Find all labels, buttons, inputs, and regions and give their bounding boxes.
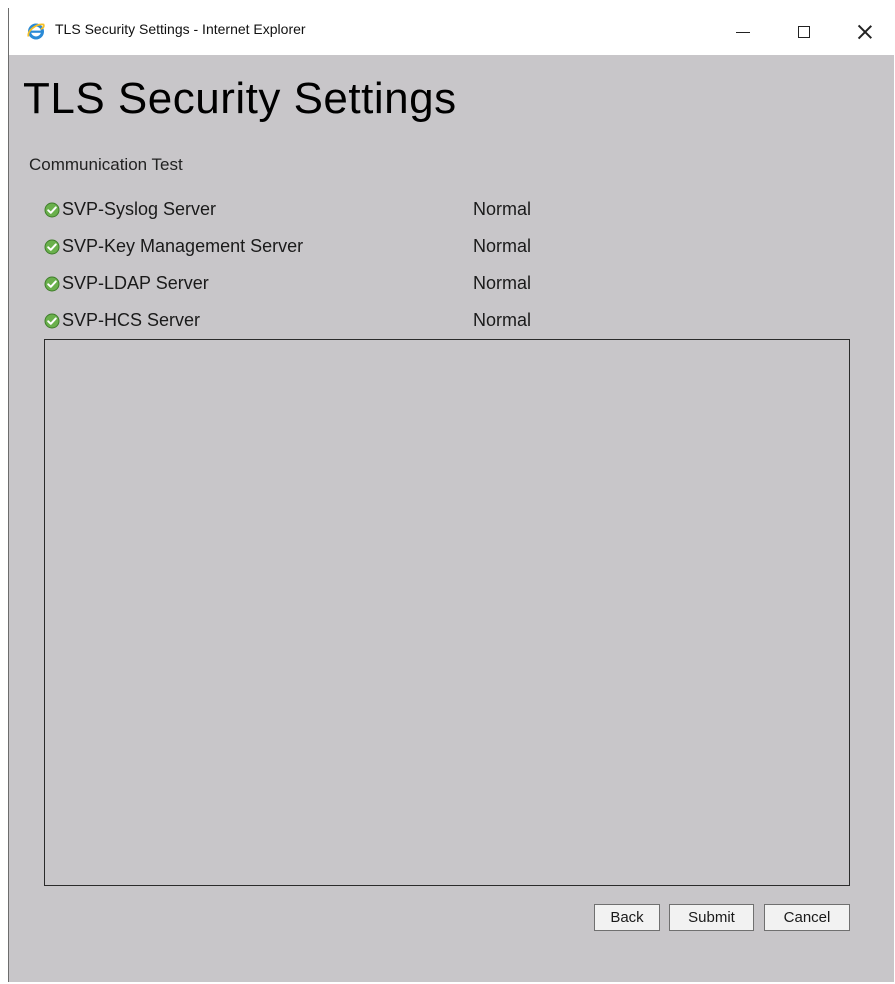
test-row-ldap: SVP-LDAP Server Normal xyxy=(43,272,603,296)
check-circle-icon xyxy=(43,201,61,219)
test-row-key-management: SVP-Key Management Server Normal xyxy=(43,235,603,259)
page-content: TLS Security Settings Communication Test… xyxy=(9,55,894,982)
maximize-button[interactable] xyxy=(776,8,832,55)
test-row-hcs: SVP-HCS Server Normal xyxy=(43,309,603,333)
check-circle-icon xyxy=(43,275,61,293)
minimize-icon xyxy=(736,32,750,33)
title-bar: TLS Security Settings - Internet Explore… xyxy=(9,8,894,55)
server-name: SVP-HCS Server xyxy=(62,310,201,330)
server-name: SVP-LDAP Server xyxy=(62,273,209,293)
maximize-icon xyxy=(798,25,810,38)
submit-button[interactable]: Submit xyxy=(669,904,754,931)
server-status: Normal xyxy=(473,310,532,330)
close-icon xyxy=(856,23,874,41)
server-status: Normal xyxy=(473,199,532,219)
test-row-syslog: SVP-Syslog Server Normal xyxy=(43,198,603,222)
browser-window: TLS Security Settings - Internet Explore… xyxy=(8,8,894,982)
log-output-area[interactable] xyxy=(44,339,850,886)
window-title: TLS Security Settings - Internet Explore… xyxy=(55,21,306,37)
server-status: Normal xyxy=(473,273,532,293)
back-button[interactable]: Back xyxy=(594,904,660,931)
close-button[interactable] xyxy=(837,8,893,55)
page-title: TLS Security Settings xyxy=(23,74,457,123)
cancel-button[interactable]: Cancel xyxy=(764,904,850,931)
minimize-button[interactable] xyxy=(715,8,771,55)
server-status: Normal xyxy=(473,236,532,256)
internet-explorer-icon xyxy=(27,22,45,40)
server-name: SVP-Key Management Server xyxy=(62,236,304,256)
server-name: SVP-Syslog Server xyxy=(62,199,217,219)
check-circle-icon xyxy=(43,312,61,330)
section-label: Communication Test xyxy=(29,155,183,174)
check-circle-icon xyxy=(43,238,61,256)
